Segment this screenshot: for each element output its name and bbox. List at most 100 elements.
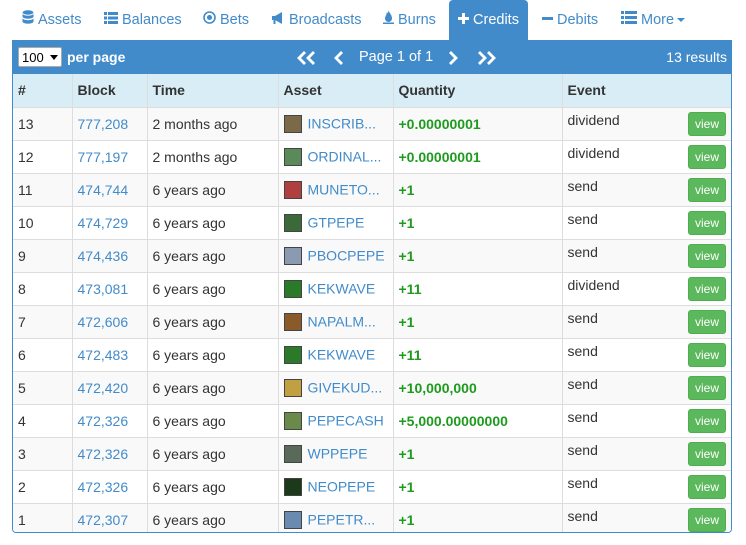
row-event-value: send — [567, 243, 598, 260]
table-row: 9 474,436 6 years ago PBOCPEPE +1 send view — [13, 238, 731, 273]
asset-link[interactable]: WPPEPE — [308, 446, 368, 462]
view-button[interactable]: view — [688, 210, 726, 235]
view-button[interactable]: view — [688, 144, 726, 169]
row-number-value: 4 — [18, 412, 26, 429]
row-event-value: send — [567, 474, 598, 491]
view-button[interactable]: view — [688, 276, 726, 301]
header-block[interactable]: Block — [71, 74, 148, 108]
nav-tabs: Assets Balances Bets Broadcasts Burns Cr… — [0, 0, 746, 40]
block-link[interactable]: 472,606 — [78, 314, 129, 330]
table-header-row: # Block Time Asset Quantity Event — [13, 74, 731, 108]
row-number: 4 — [13, 403, 73, 438]
row-quantity: +1 — [392, 436, 563, 471]
block-link[interactable]: 474,729 — [78, 215, 129, 231]
tab-balances[interactable]: Balances — [104, 0, 182, 40]
view-button[interactable]: view — [688, 507, 726, 532]
row-event: send view — [561, 403, 731, 438]
view-button[interactable]: view — [688, 111, 726, 136]
row-event: dividend view — [561, 106, 731, 141]
view-button[interactable]: view — [688, 441, 726, 466]
header-number[interactable]: # — [13, 74, 73, 108]
block-link[interactable]: 472,326 — [78, 446, 129, 462]
tab-credits[interactable]: Credits — [449, 0, 528, 40]
tab-assets[interactable]: Assets — [22, 0, 82, 40]
view-button[interactable]: view — [688, 243, 726, 268]
prev-page-button[interactable] — [331, 41, 347, 74]
row-block: 777,208 — [71, 106, 148, 141]
block-link[interactable]: 473,081 — [78, 281, 129, 297]
block-link[interactable]: 472,483 — [78, 347, 129, 363]
row-number: 8 — [13, 271, 73, 306]
asset-link[interactable]: NEOPEPE — [308, 479, 376, 495]
asset-link[interactable]: KEKWAVE — [308, 347, 376, 363]
block-link[interactable]: 474,744 — [78, 182, 129, 198]
header-asset[interactable]: Asset — [277, 74, 394, 108]
row-number-value: 3 — [18, 445, 26, 462]
chevron-down-icon — [677, 18, 686, 23]
credits-table: # Block Time Asset Quantity Event 1 3 777,… — [13, 74, 731, 532]
view-button[interactable]: view — [688, 408, 726, 433]
row-block: 472,326 — [71, 469, 148, 504]
fire-icon — [383, 0, 394, 40]
block-link[interactable]: 472,326 — [78, 413, 129, 429]
row-event-value: send — [567, 210, 598, 227]
asset-link[interactable]: PBOCPEPE — [308, 248, 385, 264]
chevron-right-icon — [449, 51, 458, 66]
view-button[interactable]: view — [688, 309, 726, 334]
row-block: 472,483 — [71, 337, 148, 372]
view-button[interactable]: view — [688, 375, 726, 400]
asset-link[interactable]: PEPECASH — [308, 413, 384, 429]
row-time-value: 2 months ago — [152, 148, 238, 165]
table-row: 4 472,326 6 years ago PEPECASH +5,000.000000… — [13, 403, 731, 438]
row-number-value: 1 — [18, 511, 26, 528]
row-event: dividend view — [561, 139, 731, 174]
block-link[interactable]: 472,326 — [78, 479, 129, 495]
asset-link[interactable]: ORDINAL... — [308, 149, 382, 165]
row-time: 6 years ago — [146, 469, 279, 504]
block-link[interactable]: 777,208 — [78, 116, 129, 132]
row-time: 6 years ago — [146, 172, 279, 207]
tab-credits-label: Credits — [473, 12, 519, 28]
row-number-value: 7 — [18, 313, 26, 330]
row-event-value: dividend — [567, 276, 620, 293]
asset-link[interactable]: INSCRIB... — [308, 116, 376, 132]
block-link[interactable]: 472,307 — [78, 512, 129, 528]
view-button[interactable]: view — [688, 342, 726, 367]
table-row: 8 473,081 6 years ago KEKWAVE +11 dividend vie… — [13, 271, 731, 306]
block-link[interactable]: 777,197 — [78, 149, 129, 165]
view-button[interactable]: view — [688, 474, 726, 499]
row-time: 6 years ago — [146, 271, 279, 306]
asset-link[interactable]: MUNETO... — [308, 182, 380, 198]
row-quantity-value: +1 — [398, 445, 415, 462]
asset-link[interactable]: KEKWAVE — [308, 281, 376, 297]
tab-broadcasts[interactable]: Broadcasts — [271, 0, 362, 40]
asset-link[interactable]: NAPALM... — [308, 314, 376, 330]
tab-debits[interactable]: Debits — [542, 0, 598, 40]
asset-link[interactable]: GIVEKUD... — [308, 380, 383, 396]
asset-link[interactable]: GTPEPE — [308, 215, 365, 231]
row-time-value: 6 years ago — [152, 181, 226, 198]
row-time-value: 6 years ago — [152, 445, 226, 462]
view-button[interactable]: view — [688, 177, 726, 202]
last-page-button[interactable] — [475, 41, 497, 74]
asset-link[interactable]: PEPETR... — [308, 512, 376, 528]
per-page-select[interactable]: 100 — [18, 47, 62, 67]
header-time[interactable]: Time — [146, 74, 279, 108]
block-link[interactable]: 474,436 — [78, 248, 129, 264]
row-event-value: send — [567, 408, 598, 425]
first-page-button[interactable] — [296, 41, 318, 74]
header-event[interactable]: Event — [561, 74, 731, 108]
header-quantity[interactable]: Quantity — [392, 74, 563, 108]
next-page-button[interactable] — [445, 41, 461, 74]
row-block: 474,744 — [71, 172, 148, 207]
tab-burns[interactable]: Burns — [383, 0, 436, 40]
tab-more[interactable]: More — [621, 0, 686, 40]
row-block: 472,307 — [71, 502, 148, 532]
tab-bets[interactable]: Bets — [203, 0, 249, 40]
table-row: 2 472,326 6 years ago NEOPEPE +1 send view — [13, 469, 731, 504]
row-event-value: send — [567, 375, 598, 392]
row-time: 6 years ago — [146, 337, 279, 372]
row-quantity-value: +1 — [398, 181, 415, 198]
row-time-value: 6 years ago — [152, 412, 226, 429]
block-link[interactable]: 472,420 — [78, 380, 129, 396]
